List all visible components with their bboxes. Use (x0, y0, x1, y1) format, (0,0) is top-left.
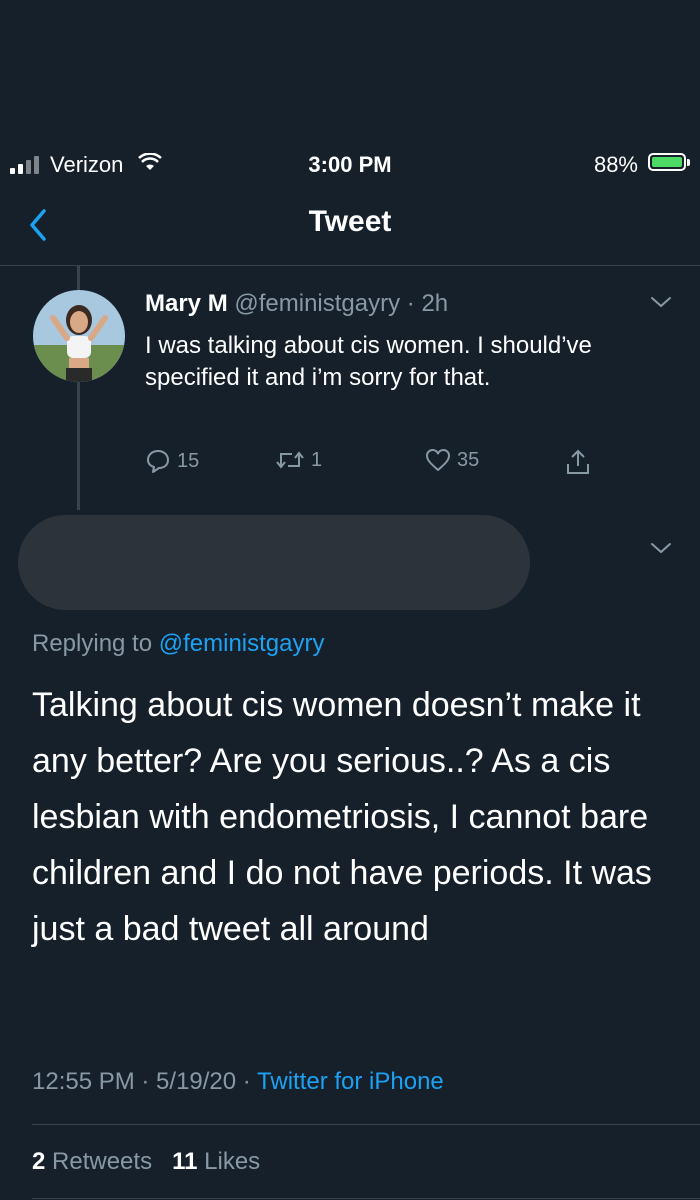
share-button[interactable] (565, 448, 591, 476)
chevron-down-icon[interactable] (648, 292, 674, 312)
retweet-icon (276, 451, 304, 469)
replying-prefix: Replying to (32, 630, 159, 657)
like-label: Likes (204, 1148, 261, 1175)
retweets-stat[interactable]: 2 Retweets (32, 1148, 152, 1175)
chevron-down-icon[interactable] (648, 538, 674, 558)
reply-icon (147, 450, 169, 473)
tweet-timestamp: 12:55 PM · 5/19/20 · Twitter for iPhone (32, 1068, 444, 1096)
divider (32, 1124, 700, 1125)
display-name[interactable]: Mary M (145, 290, 228, 317)
replying-to: Replying to @feministgayry (32, 630, 325, 658)
reply-button[interactable]: 15 (145, 448, 199, 474)
retweet-label: Retweets (52, 1148, 153, 1175)
battery-icon (648, 153, 690, 171)
reply-text: Talking about cis women doesn’t make it … (32, 686, 652, 948)
replying-handle-link[interactable]: @feministgayry (159, 630, 325, 657)
like-total: 11 (172, 1148, 198, 1175)
like-button[interactable]: 35 (425, 448, 479, 472)
retweet-button[interactable]: 1 (275, 448, 322, 472)
page-title: Tweet (308, 205, 392, 238)
tweet-stats: 2 Retweets 11 Likes (32, 1148, 260, 1176)
retweet-total: 2 (32, 1148, 46, 1175)
source-link[interactable]: Twitter for iPhone (257, 1068, 444, 1095)
share-icon (567, 449, 589, 474)
avatar[interactable] (33, 290, 125, 382)
like-count: 35 (457, 448, 480, 471)
likes-stat[interactable]: 11 Likes (172, 1148, 260, 1175)
timestamp-text: 12:55 PM · 5/19/20 · (32, 1068, 258, 1095)
redacted-author (18, 515, 530, 610)
user-handle[interactable]: @feministgayry (234, 290, 400, 317)
retweet-count: 1 (311, 448, 323, 471)
tweet-actions: 15 1 35 (145, 448, 615, 478)
divider (32, 1198, 700, 1199)
battery-percent: 88% (593, 152, 638, 177)
meta-separator: · (400, 290, 422, 317)
tweet-text: I was talking about cis women. I should’… (145, 332, 592, 391)
tweet-age: 2h (421, 290, 449, 317)
tweet-header: Mary M @feministgayry · 2h (145, 290, 448, 318)
nav-divider (0, 265, 700, 266)
heart-icon (426, 449, 450, 471)
reply-count: 15 (177, 449, 200, 472)
status-bar: Verizon 3:00 PM 88% (0, 148, 700, 182)
